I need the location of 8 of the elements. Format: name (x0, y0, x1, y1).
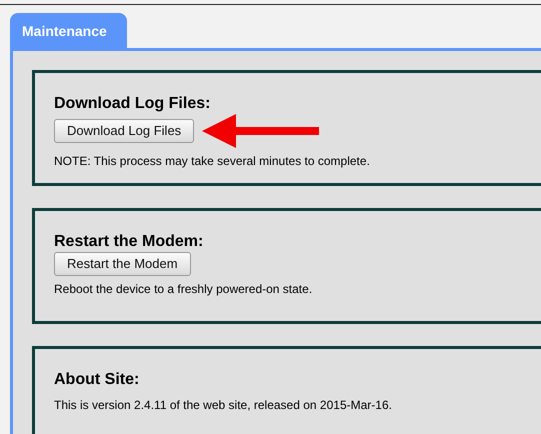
section-title: Restart the Modem: (54, 232, 204, 252)
section-note: NOTE: This process may take several minutes to complete. (54, 153, 371, 170)
action-button[interactable]: Restart the Modem (54, 252, 191, 276)
section-title: About Site: (54, 370, 140, 390)
action-button[interactable]: Download Log Files (54, 119, 194, 143)
section-note: Reboot the device to a freshly powered-on state. (54, 281, 314, 298)
section-title: Download Log Files: (54, 94, 212, 114)
section-note: This is version 2.4.11 of the web site, released on 2015-Mar-16. (54, 397, 393, 414)
